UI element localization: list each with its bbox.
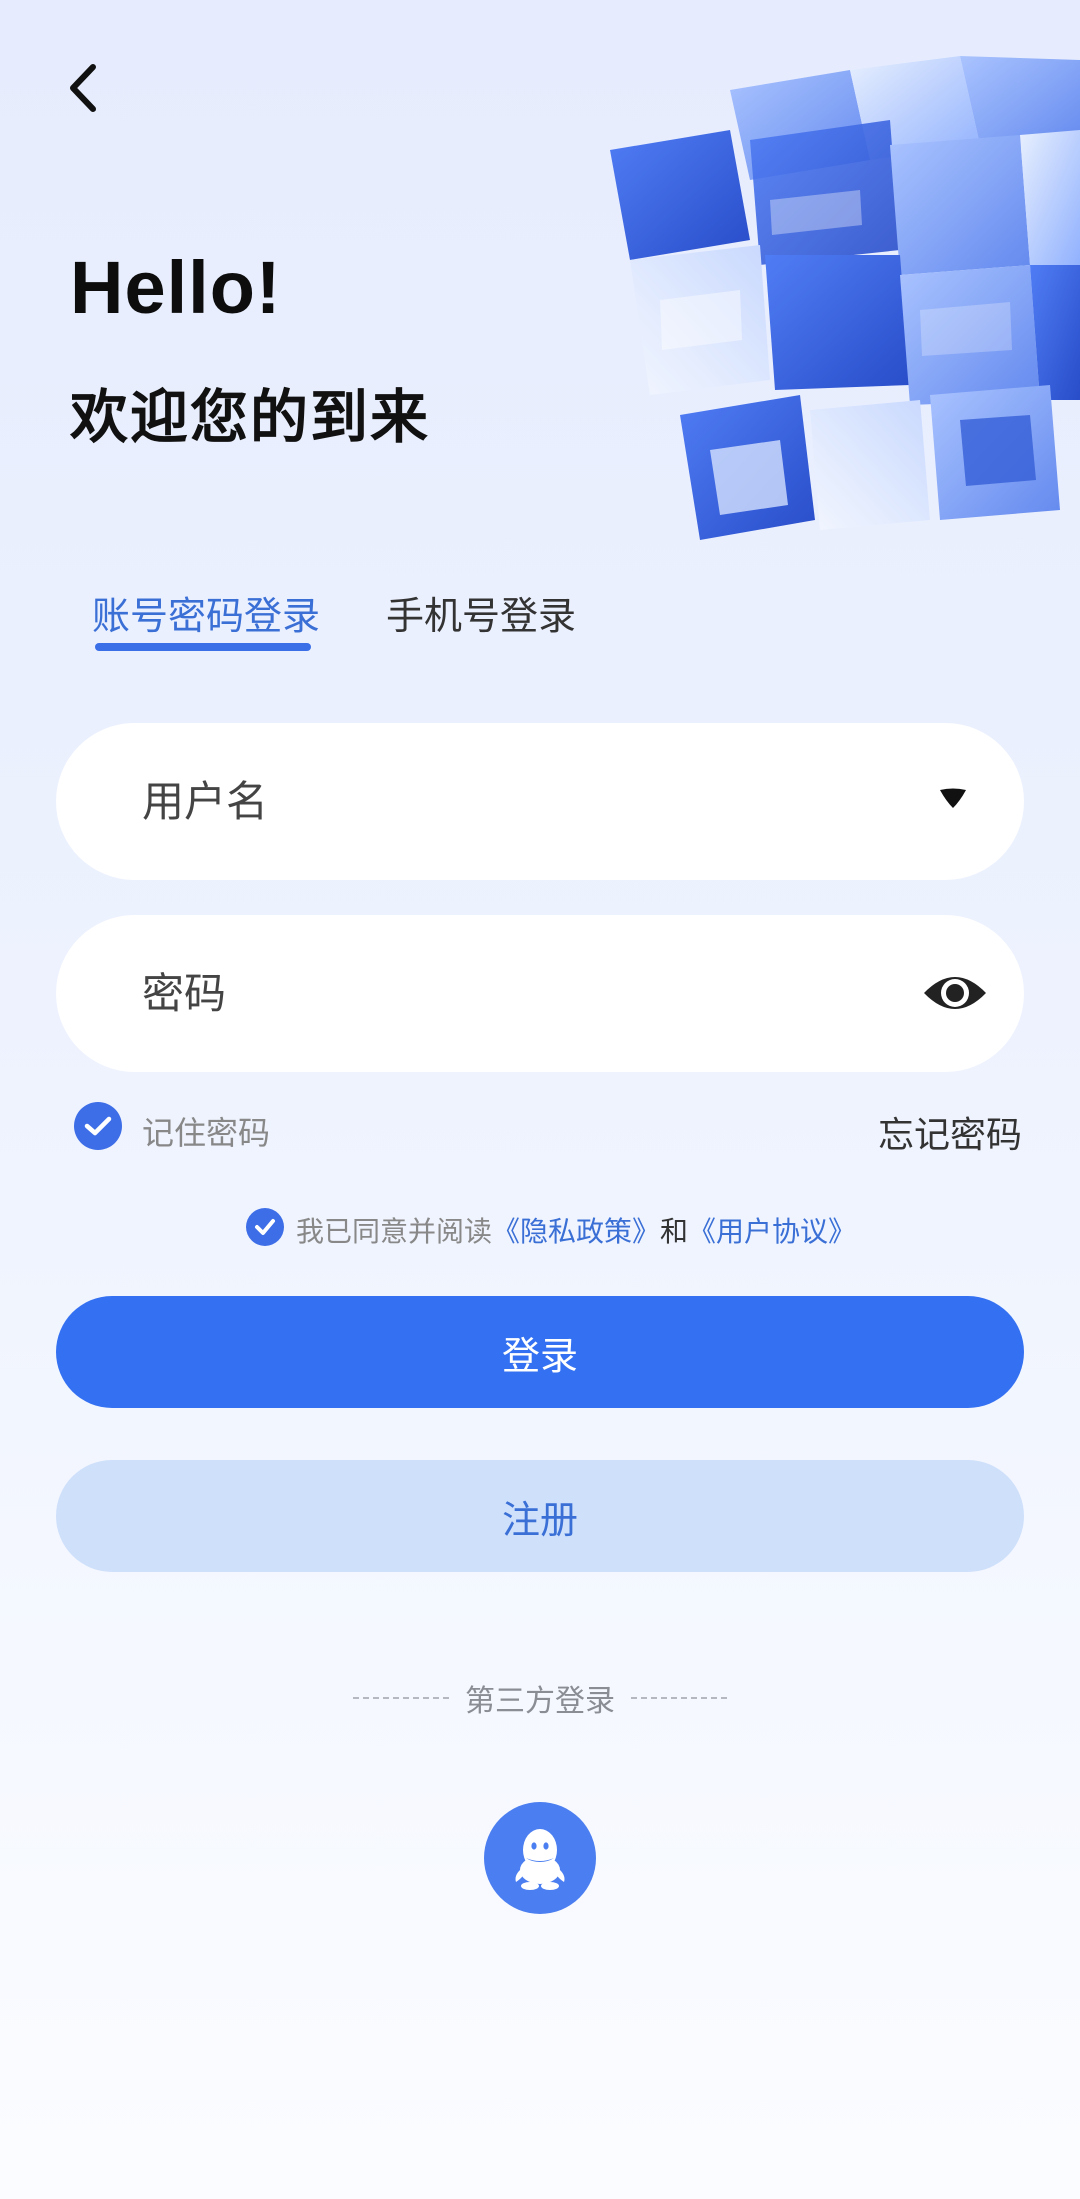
username-input[interactable] (142, 723, 862, 880)
divider-line-left (353, 1697, 449, 1699)
login-button[interactable]: 登录 (56, 1296, 1024, 1408)
password-field-container (56, 915, 1024, 1072)
qq-login-button[interactable] (484, 1802, 596, 1914)
glass-cubes-illustration (610, 56, 1080, 540)
remember-password-checkbox[interactable] (74, 1102, 122, 1150)
greeting-title: Hello! (70, 246, 282, 329)
register-button[interactable]: 注册 (56, 1460, 1024, 1572)
divider-line-right (631, 1697, 727, 1699)
qq-icon (515, 1829, 565, 1890)
agreement-text: 我已同意并阅读《隐私政策》和《用户协议》 (296, 1210, 856, 1250)
back-button[interactable] (52, 58, 112, 118)
user-agreement-link[interactable]: 《用户协议》 (688, 1215, 856, 1248)
privacy-policy-link[interactable]: 《隐私政策》 (492, 1215, 660, 1248)
third-party-login-label: 第三方登录 (465, 1684, 615, 1719)
tab-phone-login[interactable]: 手机号登录 (386, 585, 576, 640)
active-tab-indicator (95, 643, 311, 651)
forgot-password-link[interactable]: 忘记密码 (878, 1106, 1022, 1158)
third-party-login-divider: 第三方登录 (0, 1676, 1080, 1720)
username-field-container (56, 723, 1024, 880)
remember-password-label[interactable]: 记住密码 (142, 1108, 270, 1154)
checkmark-icon (255, 1219, 275, 1235)
password-input[interactable] (142, 915, 862, 1072)
eye-icon[interactable] (922, 965, 988, 1021)
tab-account-password-login[interactable]: 账号密码登录 (92, 585, 320, 640)
agreement-checkbox[interactable] (246, 1208, 284, 1246)
agreement-and: 和 (660, 1215, 689, 1248)
chevron-left-icon (70, 64, 96, 112)
caret-down-icon[interactable] (938, 787, 968, 811)
checkmark-icon (84, 1116, 112, 1136)
agreement-prefix: 我已同意并阅读 (296, 1215, 493, 1248)
welcome-subtitle: 欢迎您的到来 (70, 383, 431, 451)
